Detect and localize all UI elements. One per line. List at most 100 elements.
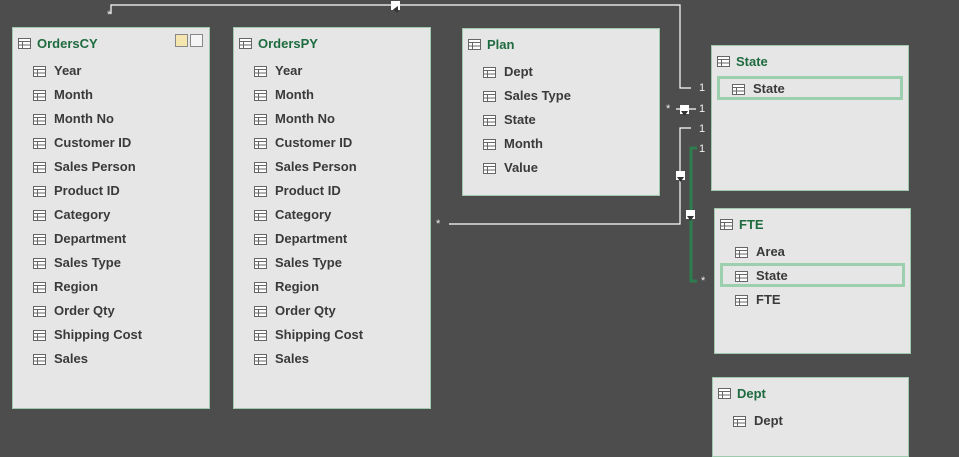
field-list: State [712, 76, 908, 100]
field-row[interactable]: Month No [234, 106, 430, 130]
field-label: Product ID [275, 182, 341, 198]
column-icon [254, 137, 267, 149]
filter-direction-arrow [676, 171, 685, 182]
field-row[interactable]: Category [13, 202, 209, 226]
field-label: Sales Type [275, 254, 342, 270]
field-label: Customer ID [54, 134, 132, 150]
column-icon [483, 162, 496, 174]
table-header[interactable]: State [712, 46, 908, 76]
table-plan[interactable]: Plan Dept Sales Type State Month Value [462, 28, 660, 196]
field-label: Month [54, 86, 93, 102]
column-icon [483, 90, 496, 102]
field-list: Year Month Month No Customer ID Sales Person… [234, 58, 430, 370]
field-row[interactable]: Dept [463, 59, 659, 83]
column-icon [254, 113, 267, 125]
column-icon [33, 353, 46, 365]
column-icon [735, 294, 748, 306]
table-header[interactable]: Plan [463, 29, 659, 59]
field-label: Sales Type [54, 254, 121, 270]
table-icon [720, 218, 733, 230]
field-label: Value [504, 159, 538, 175]
field-row[interactable]: Sales Person [234, 154, 430, 178]
column-icon [483, 138, 496, 150]
table-icon [718, 387, 731, 399]
column-icon [33, 329, 46, 341]
field-label: Month No [275, 110, 335, 126]
field-row[interactable]: Customer ID [234, 130, 430, 154]
table-title: OrdersPY [258, 35, 318, 51]
field-row[interactable]: Department [13, 226, 209, 250]
field-row[interactable]: Customer ID [13, 130, 209, 154]
field-row[interactable]: Region [234, 274, 430, 298]
field-row[interactable]: Area [715, 239, 910, 263]
column-icon [254, 281, 267, 293]
field-row[interactable]: Month [234, 82, 430, 106]
field-label: Year [275, 62, 303, 78]
table-state[interactable]: State State [711, 45, 909, 191]
field-row[interactable]: Month [13, 82, 209, 106]
table-dept[interactable]: Dept Dept [712, 377, 909, 457]
column-icon [254, 329, 267, 341]
table-title: Dept [737, 385, 766, 401]
field-row[interactable]: Sales [13, 346, 209, 370]
cardinality-many: * [701, 275, 706, 287]
field-row[interactable]: Dept [713, 408, 908, 432]
column-icon [254, 209, 267, 221]
column-icon [33, 89, 46, 101]
cardinality-one: 1 [699, 82, 706, 94]
field-label: Dept [754, 412, 783, 428]
cardinality-many: * [666, 103, 671, 115]
table-header[interactable]: Dept [713, 378, 908, 408]
field-row[interactable]: Shipping Cost [234, 322, 430, 346]
column-icon [33, 209, 46, 221]
field-row[interactable]: Shipping Cost [13, 322, 209, 346]
header-buttons [175, 34, 203, 47]
column-icon [732, 83, 745, 95]
diagram-canvas[interactable]: * 1 * 1 1 1 * * OrdersCY Year Month Month … [0, 0, 959, 457]
field-label: State [756, 267, 788, 283]
field-list: Dept [713, 408, 908, 432]
table-fte[interactable]: FTE Area State FTE [714, 208, 911, 354]
expand-icon[interactable] [190, 34, 203, 47]
column-icon [254, 65, 267, 77]
field-row[interactable]: Order Qty [13, 298, 209, 322]
field-row[interactable]: Year [234, 58, 430, 82]
column-icon [483, 66, 496, 78]
table-header[interactable]: OrdersPY [234, 28, 430, 58]
field-row[interactable]: Sales Type [234, 250, 430, 274]
column-icon [33, 185, 46, 197]
field-list: Area State FTE [715, 239, 910, 311]
column-icon [33, 305, 46, 317]
field-row[interactable]: Order Qty [234, 298, 430, 322]
field-row[interactable]: Sales Person [13, 154, 209, 178]
field-row[interactable]: Year [13, 58, 209, 82]
field-row[interactable]: Product ID [234, 178, 430, 202]
field-row[interactable]: Region [13, 274, 209, 298]
field-row[interactable]: Sales Type [463, 83, 659, 107]
column-icon [254, 353, 267, 365]
hierarchy-icon[interactable] [175, 34, 188, 47]
field-row[interactable]: Category [234, 202, 430, 226]
field-row[interactable]: State [463, 107, 659, 131]
field-row[interactable]: Product ID [13, 178, 209, 202]
field-row[interactable]: State [720, 263, 905, 287]
column-icon [33, 113, 46, 125]
field-label: FTE [756, 291, 781, 307]
table-orderspy[interactable]: OrdersPY Year Month Month No Customer ID Sal… [233, 27, 431, 409]
column-icon [33, 257, 46, 269]
column-icon [254, 89, 267, 101]
table-header[interactable]: OrdersCY [13, 28, 209, 58]
field-row[interactable]: Department [234, 226, 430, 250]
field-row[interactable]: Sales Type [13, 250, 209, 274]
field-row[interactable]: Sales [234, 346, 430, 370]
field-row[interactable]: State [717, 76, 903, 100]
table-header[interactable]: FTE [715, 209, 910, 239]
field-label: Shipping Cost [275, 326, 364, 342]
field-label: Sales Person [275, 158, 357, 174]
field-row[interactable]: Value [463, 155, 659, 179]
table-orderscy[interactable]: OrdersCY Year Month Month No Customer ID Sal… [12, 27, 210, 409]
field-row[interactable]: Month [463, 131, 659, 155]
field-label: Month [275, 86, 314, 102]
field-row[interactable]: Month No [13, 106, 209, 130]
field-row[interactable]: FTE [715, 287, 910, 311]
